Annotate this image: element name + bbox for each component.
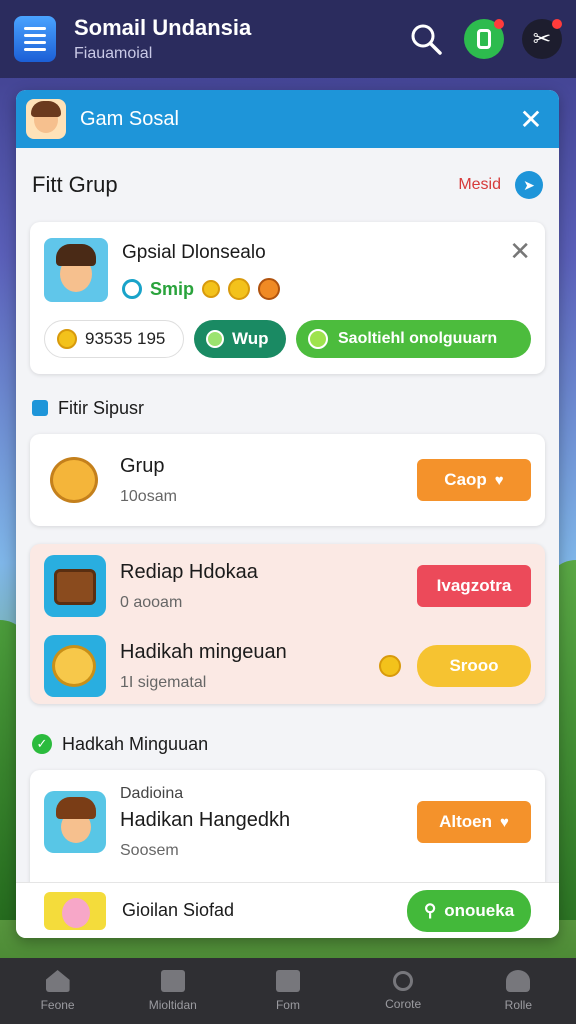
nav-label: Fom xyxy=(275,998,300,1012)
wup-button[interactable]: Wup xyxy=(194,320,286,358)
phone-icon xyxy=(477,29,491,49)
grup-card: Grup 10osam Caop ♥ xyxy=(30,434,545,526)
strip-action-button[interactable]: ⚲ onoueka xyxy=(407,889,531,932)
app-bar: Somail Undansia Fiauamoial ✂ xyxy=(0,0,576,78)
nav-label: Feone xyxy=(40,998,75,1012)
app-titles: Somail Undansia Fiauamoial xyxy=(74,15,388,63)
coin-count: 93535 195 xyxy=(44,320,184,358)
avatar xyxy=(26,99,66,139)
search-button[interactable] xyxy=(406,19,446,59)
gift-icon xyxy=(258,278,281,300)
heart-icon: ♥ xyxy=(499,813,509,831)
power-icon xyxy=(122,279,142,299)
nav-item-home[interactable]: Feone xyxy=(8,970,108,1012)
check-icon: ✓ xyxy=(32,734,52,754)
nav-label: Corote xyxy=(385,997,422,1011)
search-icon xyxy=(393,971,414,991)
avatar xyxy=(44,791,106,853)
app-subtitle: Fiauamoial xyxy=(74,45,153,62)
fitur-heading-label: Fitir Sipusr xyxy=(58,397,145,418)
gift-box-icon xyxy=(32,400,48,416)
item-title: Hadikan Hangedkh xyxy=(120,808,291,831)
panel-header: Gam Sosal ✕ xyxy=(16,90,559,148)
nav-item-square[interactable]: Fom xyxy=(238,970,338,1012)
chest-icon xyxy=(44,555,106,617)
panel-title: Gam Sosal xyxy=(80,107,179,130)
app-title: Somail Undansia xyxy=(74,15,252,40)
item-title: Rediap Hdokaa xyxy=(120,560,258,583)
item-sub: Soosem xyxy=(120,841,179,859)
puzzle-icon xyxy=(206,330,224,348)
wup-label: Wup xyxy=(232,329,269,348)
button-label: onoueka xyxy=(444,900,515,920)
send-icon[interactable]: ➤ xyxy=(515,171,543,199)
item-sub: 0 aooam xyxy=(120,593,183,611)
nav-item-chart[interactable]: Mioltidan xyxy=(123,970,223,1012)
square-icon xyxy=(275,970,300,992)
nav-item-profile[interactable]: Rolle xyxy=(468,970,568,1012)
hadikah-heading: ✓ Hadkah Minguuan xyxy=(16,718,559,770)
section-header: Fitt Grup Mesid ➤ xyxy=(16,148,559,222)
coin-icon xyxy=(379,655,401,677)
coin-count-value: 93535 195 xyxy=(85,329,166,348)
search-icon: ⚲ xyxy=(423,900,437,920)
person-icon xyxy=(506,970,531,992)
chart-icon xyxy=(160,970,185,992)
item-kicker: Dadioina xyxy=(120,784,184,802)
button-label: Caop xyxy=(444,470,487,489)
social-action-button[interactable]: Saoltiehl onolguuarn xyxy=(296,320,531,358)
phone-button[interactable] xyxy=(464,19,504,59)
weekly-action-button[interactable]: Srooo xyxy=(417,645,531,687)
strip-label: Gioilan Siofad xyxy=(122,900,235,920)
fitur-heading: Fitir Sipusr xyxy=(16,382,559,434)
notification-dot xyxy=(494,19,504,29)
bottom-nav: Feone Mioltidan Fom Corote Rolle xyxy=(0,958,576,1024)
list-item: Hadikah mingeuan 1I sigematal Srooo xyxy=(30,626,545,706)
treasure-icon xyxy=(228,278,251,300)
button-label: Altoen xyxy=(439,812,492,831)
button-label: Srooo xyxy=(449,656,499,675)
hadikah-heading-label: Hadkah Minguuan xyxy=(62,733,209,754)
item-sub: 10osam xyxy=(120,487,177,505)
check-icon xyxy=(308,329,328,349)
bear-icon xyxy=(44,449,106,511)
button-label: Ivagzotra xyxy=(436,576,512,595)
grup-action-button[interactable]: Caop ♥ xyxy=(417,459,531,501)
search-icon xyxy=(411,24,442,55)
social-action-label: Saoltiehl onolguuarn xyxy=(338,330,498,347)
coin-icon xyxy=(57,329,77,349)
social-panel: Gam Sosal ✕ Fitt Grup Mesid ➤ Gpsial Dlo… xyxy=(16,90,559,938)
hadikah-action-button[interactable]: Altoen ♥ xyxy=(417,801,531,843)
close-icon[interactable]: ✕ xyxy=(509,236,531,267)
notification-dot xyxy=(552,19,562,29)
nav-label: Mioltidan xyxy=(148,998,197,1012)
close-icon[interactable]: ✕ xyxy=(513,103,549,136)
item-title: Grup xyxy=(120,454,165,477)
home-icon xyxy=(45,970,70,992)
nav-label: Rolle xyxy=(504,998,533,1012)
avatar xyxy=(44,891,106,930)
coin-icon xyxy=(202,280,221,298)
avatar xyxy=(44,238,108,302)
heart-icon: ♥ xyxy=(494,471,504,489)
tools-button[interactable]: ✂ xyxy=(522,19,562,59)
section-title: Fitt Grup xyxy=(32,172,118,197)
reward-card: Rediap Hdokaa 0 aooam Ivagzotra Hadikah … xyxy=(30,544,545,704)
medal-link[interactable]: Mesid xyxy=(458,176,501,194)
nav-item-search[interactable]: Corote xyxy=(353,971,453,1011)
social-tag: Smip xyxy=(150,278,195,299)
tools-icon: ✂ xyxy=(532,26,552,51)
bottom-strip: Gioilan Siofad ⚲ onoueka xyxy=(16,882,559,938)
item-title: Hadikah mingeuan xyxy=(120,640,287,663)
list-item: Rediap Hdokaa 0 aooam Ivagzotra xyxy=(30,546,545,626)
bear-icon xyxy=(44,635,106,697)
reward-action-button[interactable]: Ivagzotra xyxy=(417,565,531,607)
app-logo-icon xyxy=(14,16,56,62)
item-sub: 1I sigematal xyxy=(120,673,207,691)
social-tags: Smip xyxy=(122,278,531,300)
social-card: Gpsial Dlonsealo Smip ✕ 93535 195 Wup Sa… xyxy=(30,222,545,374)
social-name: Gpsial Dlonsealo xyxy=(122,242,266,263)
